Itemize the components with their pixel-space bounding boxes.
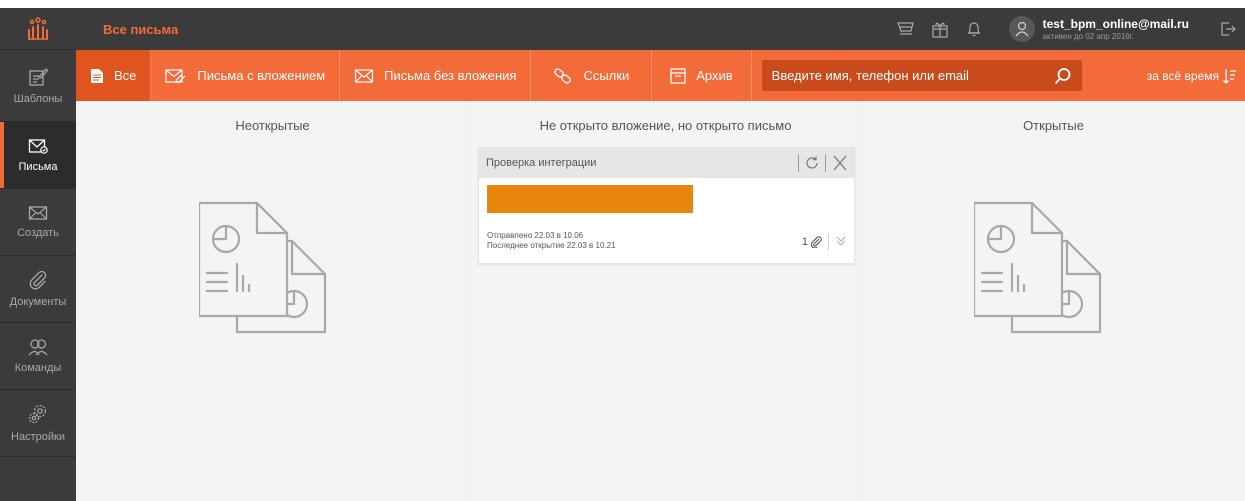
gift-icon <box>931 22 948 38</box>
logo-icon <box>28 16 48 40</box>
filter-bar: Все Письма с вложением Письма без вложен… <box>76 50 1245 101</box>
sidebar-item-label: Команды <box>14 362 62 374</box>
user-info[interactable]: test_bpm_online@mail.ru активен до 02 ап… <box>1043 18 1189 41</box>
logout-icon <box>1221 22 1236 36</box>
gear-icon <box>28 404 47 424</box>
cart-icon <box>896 22 914 35</box>
sidebar-item-settings[interactable]: Настройки <box>0 390 76 457</box>
mail-board: Неоткрытые Не открыто вложение, но откры… <box>76 101 1245 501</box>
sort-icon <box>1223 68 1236 84</box>
search-input[interactable] <box>771 68 1054 83</box>
sidebar: Шаблоны Письма Создать Документы Команды… <box>0 8 76 501</box>
sidebar-item-label: Письма <box>18 161 58 173</box>
gift-button[interactable] <box>923 8 957 50</box>
divider <box>825 154 826 172</box>
column-title: Открытые <box>1023 118 1084 133</box>
archive-icon <box>670 67 686 84</box>
tab-label: Архив <box>696 68 733 83</box>
sidebar-item-label: Шаблоны <box>13 92 63 105</box>
paperclip-icon <box>29 270 47 290</box>
mail-card[interactable]: Проверка интеграции Отправлено 22.03 в 1… <box>478 147 855 264</box>
paperclip-icon <box>810 236 822 248</box>
document-icon <box>91 68 103 83</box>
card-meta: Отправлено 22.03 в 10.06 Последнее откры… <box>487 231 616 251</box>
column-title: Неоткрытые <box>235 118 310 133</box>
team-icon <box>28 339 48 356</box>
tab-label: Ссылки <box>583 68 630 83</box>
tab-all[interactable]: Все <box>76 50 152 101</box>
chevron-down-icon[interactable] <box>835 235 847 247</box>
period-filter[interactable]: за всё время <box>1147 68 1237 84</box>
sidebar-item-label: Документы <box>9 296 67 308</box>
envelope-icon <box>355 68 374 83</box>
user-email: test_bpm_online@mail.ru <box>1042 16 1189 31</box>
sidebar-item-create[interactable]: Создать <box>0 189 76 256</box>
attachment-count-value: 1 <box>801 236 808 248</box>
tab-without-attachment[interactable]: Письма без вложения <box>340 50 532 101</box>
divider <box>828 234 829 250</box>
top-actions: test_bpm_online@mail.ru активен до 02 ап… <box>889 8 1245 50</box>
sidebar-item-label: Настройки <box>11 431 65 443</box>
page-title: Все письма <box>103 21 179 37</box>
card-actions <box>794 148 854 178</box>
sent-time: Отправлено 22.03 в 10.06 <box>487 231 584 240</box>
user-icon <box>1015 21 1029 37</box>
tab-label: Письма с вложением <box>197 68 326 83</box>
app-frame: Шаблоны Письма Создать Документы Команды… <box>0 0 1245 501</box>
search-box <box>761 60 1082 91</box>
link-icon <box>554 67 572 84</box>
envelope-icon <box>28 206 48 220</box>
recipient-bar <box>487 185 693 213</box>
attachment-count: 1 <box>802 236 822 248</box>
column-opened: Открытые <box>862 101 1245 501</box>
bell-icon <box>967 22 980 37</box>
sidebar-item-documents[interactable]: Документы <box>0 256 76 323</box>
sidebar-item-letters[interactable]: Письма <box>0 122 76 189</box>
sidebar-item-teams[interactable]: Команды <box>0 323 76 390</box>
last-open-time: Последнее открытие 22.03 в 10.21 <box>487 241 616 250</box>
tab-label: Все <box>114 68 137 83</box>
tab-links[interactable]: Ссылки <box>531 50 653 101</box>
app-logo[interactable] <box>0 8 76 50</box>
card-title: Проверка интеграции <box>486 157 597 169</box>
search-icon[interactable] <box>1054 67 1072 85</box>
letters-icon <box>28 139 48 154</box>
refresh-icon[interactable] <box>803 154 821 172</box>
column-unopened: Неоткрытые <box>76 101 469 501</box>
divider <box>798 154 799 172</box>
notifications-button[interactable] <box>957 8 991 50</box>
top-bar: Все письма test_bpm_online@mail.ru актив… <box>76 8 1245 50</box>
period-label: за всё время <box>1146 68 1219 83</box>
envelope-attachment-icon <box>165 68 186 83</box>
empty-documents-icon <box>199 201 327 334</box>
tab-archive[interactable]: Архив <box>652 50 752 101</box>
empty-documents-icon <box>974 201 1102 334</box>
cart-button[interactable] <box>889 8 923 50</box>
card-header: Проверка интеграции <box>479 148 854 178</box>
close-icon[interactable] <box>830 154 850 172</box>
avatar[interactable] <box>1008 16 1035 42</box>
tab-label: Письма без вложения <box>384 68 517 83</box>
template-edit-icon <box>29 67 48 86</box>
sidebar-item-label: Создать <box>17 227 59 239</box>
user-status: активен до 02 апр 2019г. <box>1042 31 1134 41</box>
logout-button[interactable] <box>1211 8 1245 50</box>
sidebar-item-templates[interactable]: Шаблоны <box>0 50 76 122</box>
column-title: Не открыто вложение, но открыто письмо <box>539 118 792 133</box>
tab-with-attachment[interactable]: Письма с вложением <box>151 50 341 101</box>
